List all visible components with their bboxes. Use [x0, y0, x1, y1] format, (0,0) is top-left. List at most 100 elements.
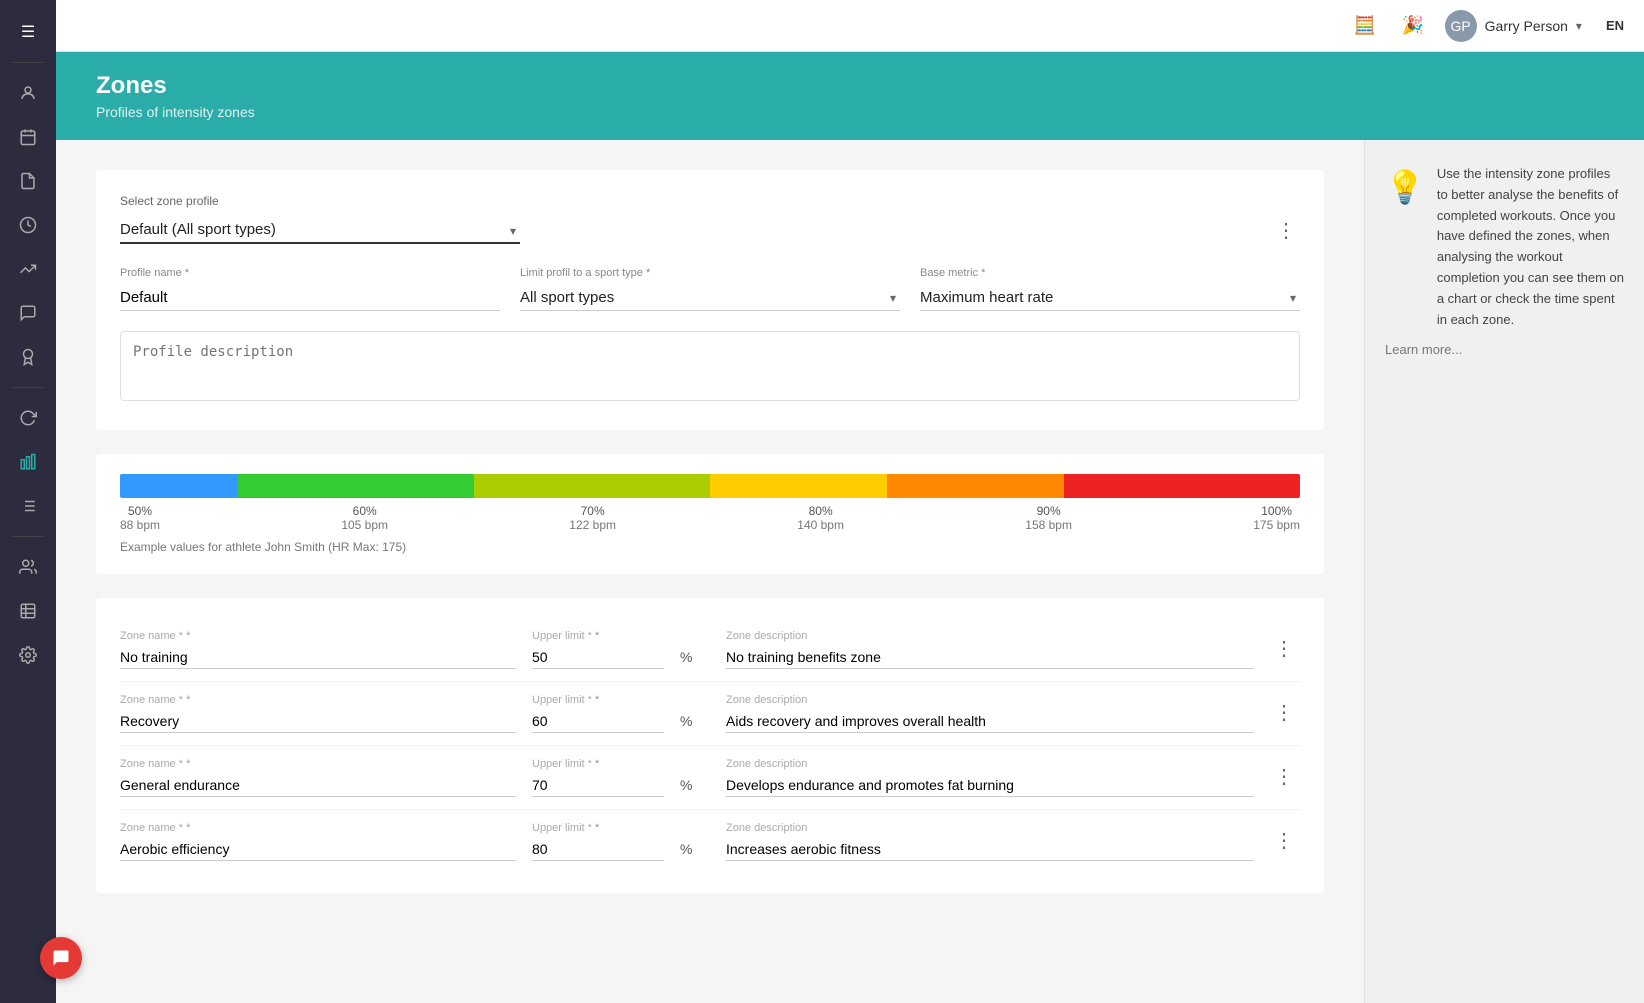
limit-sport-field-group: Limit profil to a sport type * All sport…	[520, 267, 900, 311]
zone-name-label-1: Zone name *	[120, 630, 516, 642]
limit-sport-label: Limit profil to a sport type *	[520, 267, 900, 279]
base-metric-select-wrapper: Maximum heart rate ▾	[920, 285, 1300, 311]
zone-name-col-3: Zone name *	[120, 758, 516, 797]
base-metric-select[interactable]: Maximum heart rate	[920, 285, 1300, 311]
badge-icon[interactable]	[8, 337, 48, 377]
refresh-icon[interactable]	[8, 398, 48, 438]
message-icon[interactable]	[8, 293, 48, 333]
table-icon[interactable]	[8, 591, 48, 631]
zone-action-1: ⋮	[1270, 632, 1300, 669]
zone-limit-input-4[interactable]	[532, 838, 664, 861]
zone-more-button-3[interactable]: ⋮	[1270, 760, 1298, 793]
limit-sport-select[interactable]: All sport types	[520, 285, 900, 311]
zone-limit-input-1[interactable]	[532, 646, 664, 669]
top-nav: 🧮 🎉 GP Garry Person ▾ EN	[56, 0, 1644, 52]
zone-row-1: Zone name * Upper limit * % Zone descrip…	[120, 618, 1300, 682]
zone-desc-col-1: Zone description	[726, 630, 1254, 669]
base-metric-field-group: Base metric * Maximum heart rate ▾	[920, 267, 1300, 311]
select-zone-row: Default (All sport types) ▾ ⋮	[120, 214, 1300, 247]
profile-name-field-group: Profile name *	[120, 267, 500, 311]
zone-desc-col-2: Zone description	[726, 694, 1254, 733]
profile-name-input[interactable]	[120, 285, 500, 311]
bar-label-100: 100% 175 bpm	[1253, 504, 1300, 532]
zone-name-col-4: Zone name *	[120, 822, 516, 861]
language-selector[interactable]: EN	[1606, 18, 1624, 33]
settings-icon[interactable]	[8, 635, 48, 675]
calendar-icon[interactable]	[8, 117, 48, 157]
menu-icon[interactable]: ☰	[8, 12, 48, 52]
zone-desc-input-1[interactable]	[726, 646, 1254, 669]
sidebar-divider	[13, 62, 43, 63]
doc-icon[interactable]	[8, 161, 48, 201]
zone-profile-select[interactable]: Default (All sport types)	[120, 217, 520, 244]
zone-name-input-4[interactable]	[120, 838, 516, 861]
bar-label-90: 90% 158 bpm	[1025, 504, 1072, 532]
right-panel: 💡 Use the intensity zone profiles to bet…	[1364, 140, 1644, 1003]
zone-action-2: ⋮	[1270, 696, 1300, 733]
zone-name-input-1[interactable]	[120, 646, 516, 669]
zone-limit-col-1: Upper limit *	[532, 630, 664, 669]
zone-limit-label-4: Upper limit *	[532, 822, 664, 834]
zone-limit-label-2: Upper limit *	[532, 694, 664, 706]
zone-limit-input-2[interactable]	[532, 710, 664, 733]
party-icon[interactable]: 🎉	[1397, 10, 1429, 42]
zone-desc-input-4[interactable]	[726, 838, 1254, 861]
zone-more-button-2[interactable]: ⋮	[1270, 696, 1298, 729]
trend-icon[interactable]	[8, 249, 48, 289]
zone-pct-1: %	[680, 649, 710, 669]
users-icon[interactable]	[8, 547, 48, 587]
person-icon[interactable]	[8, 73, 48, 113]
main-area: 🧮 🎉 GP Garry Person ▾ EN Zones Profiles …	[56, 0, 1644, 1003]
zone-name-input-2[interactable]	[120, 710, 516, 733]
gradient-bar-card: 50% 88 bpm 60% 105 bpm 70% 122 bpm 80% 1…	[96, 454, 1324, 574]
zone-profile-more-button[interactable]: ⋮	[1272, 214, 1300, 247]
zone-desc-input-2[interactable]	[726, 710, 1254, 733]
zone-desc-label-3: Zone description	[726, 758, 1254, 770]
select-zone-label: Select zone profile	[120, 194, 1300, 208]
bar-label-80: 80% 140 bpm	[797, 504, 844, 532]
bar-label-70: 70% 122 bpm	[569, 504, 616, 532]
calculator-icon[interactable]: 🧮	[1349, 10, 1381, 42]
bar-chart-icon[interactable]	[8, 442, 48, 482]
zone-limit-col-4: Upper limit *	[532, 822, 664, 861]
chevron-down-icon: ▾	[1576, 19, 1582, 33]
page-title: Zones	[96, 72, 1604, 100]
profile-fields-row: Profile name * Limit profil to a sport t…	[120, 267, 1300, 311]
list-icon[interactable]	[8, 486, 48, 526]
zone-pct-3: %	[680, 777, 710, 797]
profile-description-textarea[interactable]	[120, 331, 1300, 401]
user-menu[interactable]: GP Garry Person ▾	[1445, 10, 1582, 42]
zone-limit-label-1: Upper limit *	[532, 630, 664, 642]
example-note: Example values for athlete John Smith (H…	[120, 540, 1300, 554]
bar-labels: 50% 88 bpm 60% 105 bpm 70% 122 bpm 80% 1…	[120, 504, 1300, 532]
zone-name-input-3[interactable]	[120, 774, 516, 797]
user-name: Garry Person	[1485, 18, 1568, 34]
main-panel: Select zone profile Default (All sport t…	[56, 140, 1364, 1003]
learn-more-link[interactable]: Learn more...	[1385, 342, 1624, 357]
zone-desc-col-4: Zone description	[726, 822, 1254, 861]
zone-row-3: Zone name * Upper limit * % Zone descrip…	[120, 746, 1300, 810]
zone-desc-input-3[interactable]	[726, 774, 1254, 797]
page-subtitle: Profiles of intensity zones	[96, 104, 1604, 120]
zone-limit-col-3: Upper limit *	[532, 758, 664, 797]
zone-more-button-1[interactable]: ⋮	[1270, 632, 1298, 665]
zone-limit-label-3: Upper limit *	[532, 758, 664, 770]
zone-more-button-4[interactable]: ⋮	[1270, 824, 1298, 857]
avatar: GP	[1445, 10, 1477, 42]
hint-icon-row: 💡 Use the intensity zone profiles to bet…	[1385, 164, 1624, 330]
gradient-bar	[120, 474, 1300, 498]
zone-desc-label-1: Zone description	[726, 630, 1254, 642]
zone-action-4: ⋮	[1270, 824, 1300, 861]
bar-label-60: 60% 105 bpm	[341, 504, 388, 532]
sidebar-divider-2	[13, 387, 43, 388]
zone-name-col-2: Zone name *	[120, 694, 516, 733]
chat-bubble-button[interactable]	[40, 937, 82, 979]
zone-limit-input-3[interactable]	[532, 774, 664, 797]
profile-name-label: Profile name *	[120, 267, 500, 279]
hint-text: Use the intensity zone profiles to bette…	[1437, 164, 1624, 330]
zone-limit-col-2: Upper limit *	[532, 694, 664, 733]
bar-label-50: 50% 88 bpm	[120, 504, 160, 532]
hint-panel: 💡 Use the intensity zone profiles to bet…	[1385, 164, 1624, 357]
chart-icon[interactable]	[8, 205, 48, 245]
sidebar: ☰	[0, 0, 56, 1003]
